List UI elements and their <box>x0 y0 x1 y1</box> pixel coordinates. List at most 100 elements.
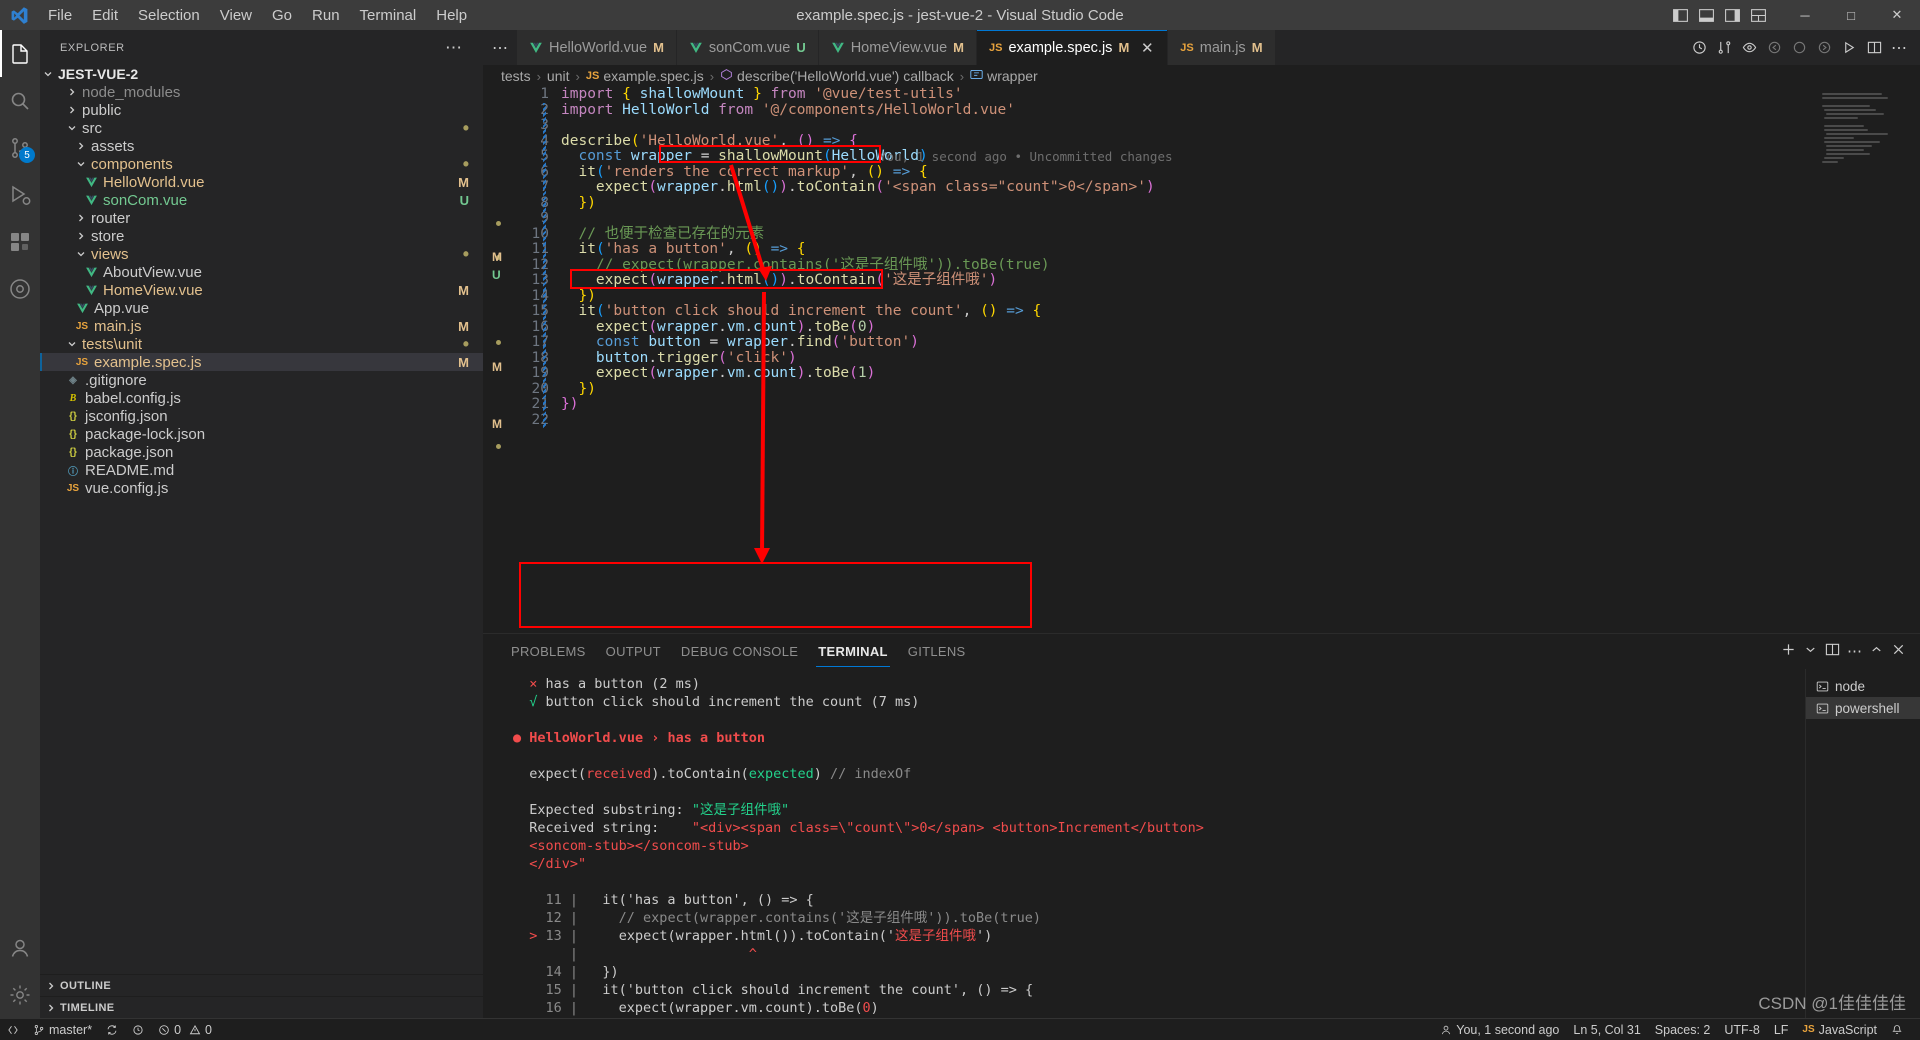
breadcrumb-describe[interactable]: describe('HelloWorld.vue') callback <box>720 68 954 84</box>
breadcrumb-wrapper[interactable]: wrapper <box>970 68 1038 84</box>
tree-item-example-spec-js[interactable]: JS example.spec.js M <box>40 353 483 371</box>
terminal-item-node[interactable]: node <box>1806 675 1920 697</box>
tree-item-vue-config-js[interactable]: JS vue.config.js <box>40 479 483 497</box>
menu-terminal[interactable]: Terminal <box>350 3 427 28</box>
gitlens-blame-icon[interactable] <box>1738 37 1760 59</box>
toggle-panel-icon[interactable] <box>1694 4 1718 26</box>
close-panel-icon[interactable] <box>1891 642 1906 662</box>
code-line[interactable]: }) <box>561 381 1920 398</box>
new-terminal-icon[interactable] <box>1781 642 1796 662</box>
tree-item-src[interactable]: src • <box>40 119 483 137</box>
tree-item-assets[interactable]: assets <box>40 137 483 155</box>
status-cursor-position[interactable]: Ln 5, Col 31 <box>1566 1019 1647 1040</box>
editor-actions-more-icon[interactable]: ⋯ <box>1888 37 1910 59</box>
outline-section[interactable]: OUTLINE <box>40 974 483 996</box>
status-indentation[interactable]: Spaces: 2 <box>1648 1019 1718 1040</box>
customize-layout-icon[interactable] <box>1746 4 1770 26</box>
menu-edit[interactable]: Edit <box>82 3 128 28</box>
tree-item-aboutview-vue[interactable]: AboutView.vue <box>40 263 483 281</box>
file-tree[interactable]: JEST-VUE-2 node_modules public src • assets c… <box>40 65 483 974</box>
code-line[interactable]: expect(wrapper.html()).toContain('<span … <box>561 179 1920 196</box>
menu-view[interactable]: View <box>210 3 262 28</box>
activity-source-control[interactable]: 5 <box>0 124 40 171</box>
code-line[interactable]: import HelloWorld from '@/components/Hel… <box>561 102 1920 119</box>
menu-selection[interactable]: Selection <box>128 3 210 28</box>
tree-item--gitignore[interactable]: ◈ .gitignore <box>40 371 483 389</box>
menu-run[interactable]: Run <box>302 3 350 28</box>
status-problems[interactable]: 0 0 <box>151 1019 219 1040</box>
toggle-primary-sidebar-icon[interactable] <box>1668 4 1692 26</box>
remote-indicator[interactable] <box>0 1019 26 1040</box>
activity-settings[interactable] <box>0 971 40 1018</box>
tree-item-jsconfig-json[interactable]: {} jsconfig.json <box>40 407 483 425</box>
activity-testing[interactable] <box>0 265 40 312</box>
prev-change-icon[interactable] <box>1763 37 1785 59</box>
terminal-output[interactable]: × has a button (2 ms) √ button click sho… <box>483 669 1805 1018</box>
tab-gitlens[interactable]: GITLENS <box>898 634 976 669</box>
code-line[interactable]: expect(wrapper.html()).toContain('这是子组件哦… <box>561 272 1920 289</box>
split-terminal-icon[interactable] <box>1825 642 1840 662</box>
code-line[interactable]: it('button click should increment the co… <box>561 303 1920 320</box>
tree-item-babel-config-js[interactable]: Bbabel.config.js <box>40 389 483 407</box>
change-indicator-icon[interactable] <box>1788 37 1810 59</box>
activity-run-debug[interactable] <box>0 171 40 218</box>
status-branch[interactable]: master* <box>26 1019 99 1040</box>
split-editor-icon[interactable] <box>1863 37 1885 59</box>
code-line[interactable]: }) <box>561 396 1920 413</box>
tree-item-app-vue[interactable]: App.vue <box>40 299 483 317</box>
run-tests-icon[interactable] <box>1838 37 1860 59</box>
tab-close-icon[interactable]: ✕ <box>1139 39 1155 57</box>
status-watch[interactable] <box>125 1019 151 1040</box>
tree-item-package-json[interactable]: {} package.json <box>40 443 483 461</box>
code-line[interactable]: it('has a button', () => { <box>561 241 1920 258</box>
terminal-item-powershell[interactable]: powershell <box>1806 697 1920 719</box>
code-line[interactable] <box>561 118 1920 134</box>
menu-file[interactable]: File <box>38 3 82 28</box>
status-blame[interactable]: You, 1 second ago <box>1433 1019 1566 1040</box>
tree-item-tests-unit[interactable]: tests\unit • <box>40 335 483 353</box>
tree-item-helloworld-vue[interactable]: HelloWorld.vue M <box>40 173 483 191</box>
tree-item-router[interactable]: router <box>40 209 483 227</box>
tab-terminal[interactable]: TERMINAL <box>808 634 898 669</box>
tree-item-readme-md[interactable]: ⓘ README.md <box>40 461 483 479</box>
code-lines[interactable]: import { shallowMount } from '@vue/test-… <box>549 87 1920 428</box>
status-eol[interactable]: LF <box>1767 1019 1796 1040</box>
tree-item-homeview-vue[interactable]: HomeView.vue M <box>40 281 483 299</box>
code-editor[interactable]: M U M M 12345678910111213141516171819202… <box>483 87 1920 633</box>
code-line[interactable]: // 也便于检查已存在的元素 <box>561 226 1920 243</box>
maximize-panel-icon[interactable] <box>1869 642 1884 662</box>
terminal-dropdown-icon[interactable] <box>1803 642 1818 662</box>
tree-item-components[interactable]: components • <box>40 155 483 173</box>
tab-output[interactable]: OUTPUT <box>596 634 671 669</box>
code-line[interactable]: const wrapper = shallowMount(HelloWorld) <box>561 148 1920 165</box>
code-line[interactable]: import { shallowMount } from '@vue/test-… <box>561 87 1920 103</box>
code-line[interactable]: button.trigger('click') <box>561 350 1920 367</box>
close-button[interactable]: ✕ <box>1874 0 1920 30</box>
status-encoding[interactable]: UTF-8 <box>1717 1019 1766 1040</box>
breadcrumb-file[interactable]: JS example.spec.js <box>586 68 704 84</box>
tab-soncom-vue[interactable]: sonCom.vue U <box>676 30 819 65</box>
next-change-icon[interactable] <box>1813 37 1835 59</box>
tree-item-package-lock-json[interactable]: {} package-lock.json <box>40 425 483 443</box>
status-language-mode[interactable]: JS JavaScript <box>1795 1019 1884 1040</box>
tab-homeview-vue[interactable]: HomeView.vue M <box>818 30 977 65</box>
timeline-history-icon[interactable] <box>1688 37 1710 59</box>
breadcrumb[interactable]: tests › unit › JS example.spec.js › desc… <box>483 65 1920 87</box>
tree-item-public[interactable]: public <box>40 101 483 119</box>
maximize-button[interactable]: □ <box>1828 0 1874 30</box>
code-line[interactable] <box>561 413 1920 429</box>
status-notifications[interactable] <box>1884 1019 1910 1040</box>
code-line[interactable]: const button = wrapper.find('button') <box>561 334 1920 351</box>
toggle-secondary-sidebar-icon[interactable] <box>1720 4 1744 26</box>
tree-root[interactable]: JEST-VUE-2 <box>40 65 483 83</box>
code-line[interactable]: expect(wrapper.vm.count).toBe(1) <box>561 365 1920 382</box>
tab-example-spec-js[interactable]: JS example.spec.js M ✕ <box>977 30 1169 65</box>
breadcrumb-tests[interactable]: tests <box>501 68 531 84</box>
menu-bar[interactable]: File Edit Selection View Go Run Terminal… <box>38 3 477 28</box>
tab-debug-console[interactable]: DEBUG CONSOLE <box>671 634 808 669</box>
timeline-section[interactable]: TIMELINE <box>40 996 483 1018</box>
tab-helloworld-vue[interactable]: HelloWorld.vue M <box>517 30 677 65</box>
code-line[interactable]: describe('HelloWorld.vue', () => { <box>561 133 1920 150</box>
code-line[interactable] <box>561 211 1920 227</box>
status-sync[interactable] <box>99 1019 125 1040</box>
